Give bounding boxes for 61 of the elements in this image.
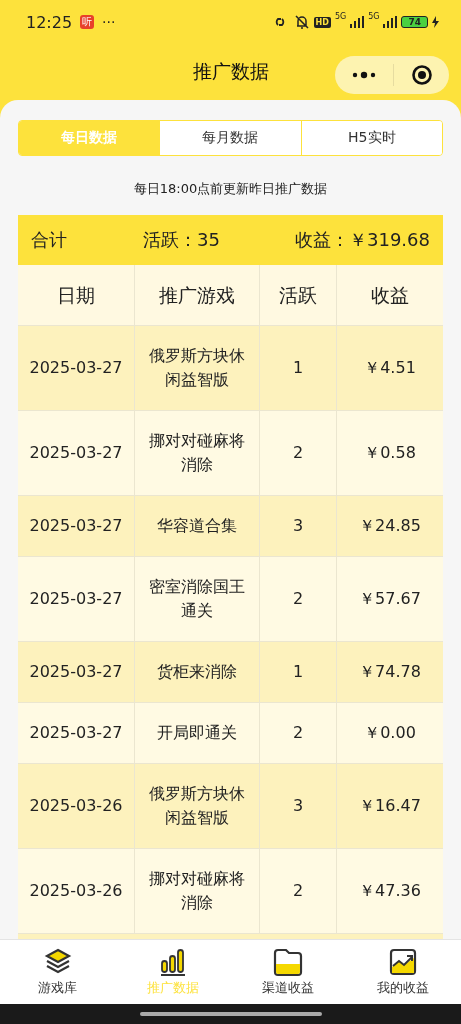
table-cell: 2	[260, 557, 337, 642]
column-header: 日期	[18, 265, 135, 326]
signal-icon	[383, 16, 398, 28]
signal-icon	[350, 16, 365, 28]
nav-item[interactable]: 我的收益	[345, 940, 461, 1004]
table-cell: ￥74.78	[337, 642, 443, 703]
page-title: 推广数据	[192, 59, 269, 84]
bell-off-icon	[293, 14, 310, 30]
table-cell: 2025-03-27	[18, 496, 135, 557]
table-cell: 货柜来消除	[135, 642, 260, 703]
column-header: 收益	[337, 265, 443, 326]
hd-badge: HD	[313, 16, 331, 28]
table-cell: 2025-03-27	[18, 326, 135, 411]
close-target-icon[interactable]	[410, 64, 433, 86]
table-cell: 挪对对碰麻将消除	[135, 411, 260, 496]
table-cell: 俄罗斯方块休闲益智版	[135, 764, 260, 849]
nav-item[interactable]: 游戏库	[0, 940, 116, 1004]
table-cell: ￥4.51	[337, 326, 443, 411]
summary-active: 活跃：35	[143, 228, 221, 252]
table-cell: ￥0.00	[337, 703, 443, 764]
more-icon[interactable]	[351, 71, 376, 79]
table-cell: 1	[260, 642, 337, 703]
notification-more: ···	[102, 14, 116, 30]
column-header: 推广游戏	[135, 265, 260, 326]
table-cell: ￥24.85	[337, 496, 443, 557]
column-header: 活跃	[260, 265, 337, 326]
table-cell: ￥47.36	[337, 849, 443, 934]
table-cell: 2025-03-27	[18, 703, 135, 764]
table-cell: 3	[260, 764, 337, 849]
table-cell: 2025-03-26	[18, 764, 135, 849]
tab[interactable]: H5实时	[300, 121, 442, 155]
table-cell: 密室消除国王通关	[135, 557, 260, 642]
table-cell: 2025-03-27	[18, 557, 135, 642]
app-badge: 听	[80, 15, 95, 29]
table-cell: ￥0.58	[337, 411, 443, 496]
table-cell: 2	[260, 849, 337, 934]
battery-indicator: 74	[401, 16, 428, 28]
folder-icon	[272, 947, 305, 977]
nav-item[interactable]: 渠道收益	[230, 940, 346, 1004]
table-cell: 开局即通关	[135, 703, 260, 764]
network-label: 5G	[334, 12, 347, 21]
table-cell: 3	[260, 496, 337, 557]
table-cell: 1	[260, 326, 337, 411]
table-cell: ￥57.67	[337, 557, 443, 642]
summary-income: 收益：￥319.68	[295, 228, 430, 252]
update-note: 每日18:00点前更新昨日推广数据	[132, 180, 329, 198]
table-cell: 2	[260, 411, 337, 496]
table-cell: ￥16.47	[337, 764, 443, 849]
table-cell: 2025-03-27	[18, 411, 135, 496]
network-label: 5G	[368, 12, 380, 21]
table-cell: 2025-03-26	[18, 849, 135, 934]
status-time: 12:25	[26, 12, 73, 32]
table-cell: 俄罗斯方块休闲益智版	[135, 326, 260, 411]
table-cell: 挪对对碰麻将消除	[135, 849, 260, 934]
table-cell: 华容道合集	[135, 496, 260, 557]
table-cell: 2025-03-27	[18, 642, 135, 703]
trend-chart-icon	[388, 947, 419, 977]
summary-label: 合计	[31, 228, 68, 252]
charging-icon	[432, 16, 439, 28]
tab[interactable]: 每月数据	[159, 121, 301, 155]
table-cell: 2	[260, 703, 337, 764]
